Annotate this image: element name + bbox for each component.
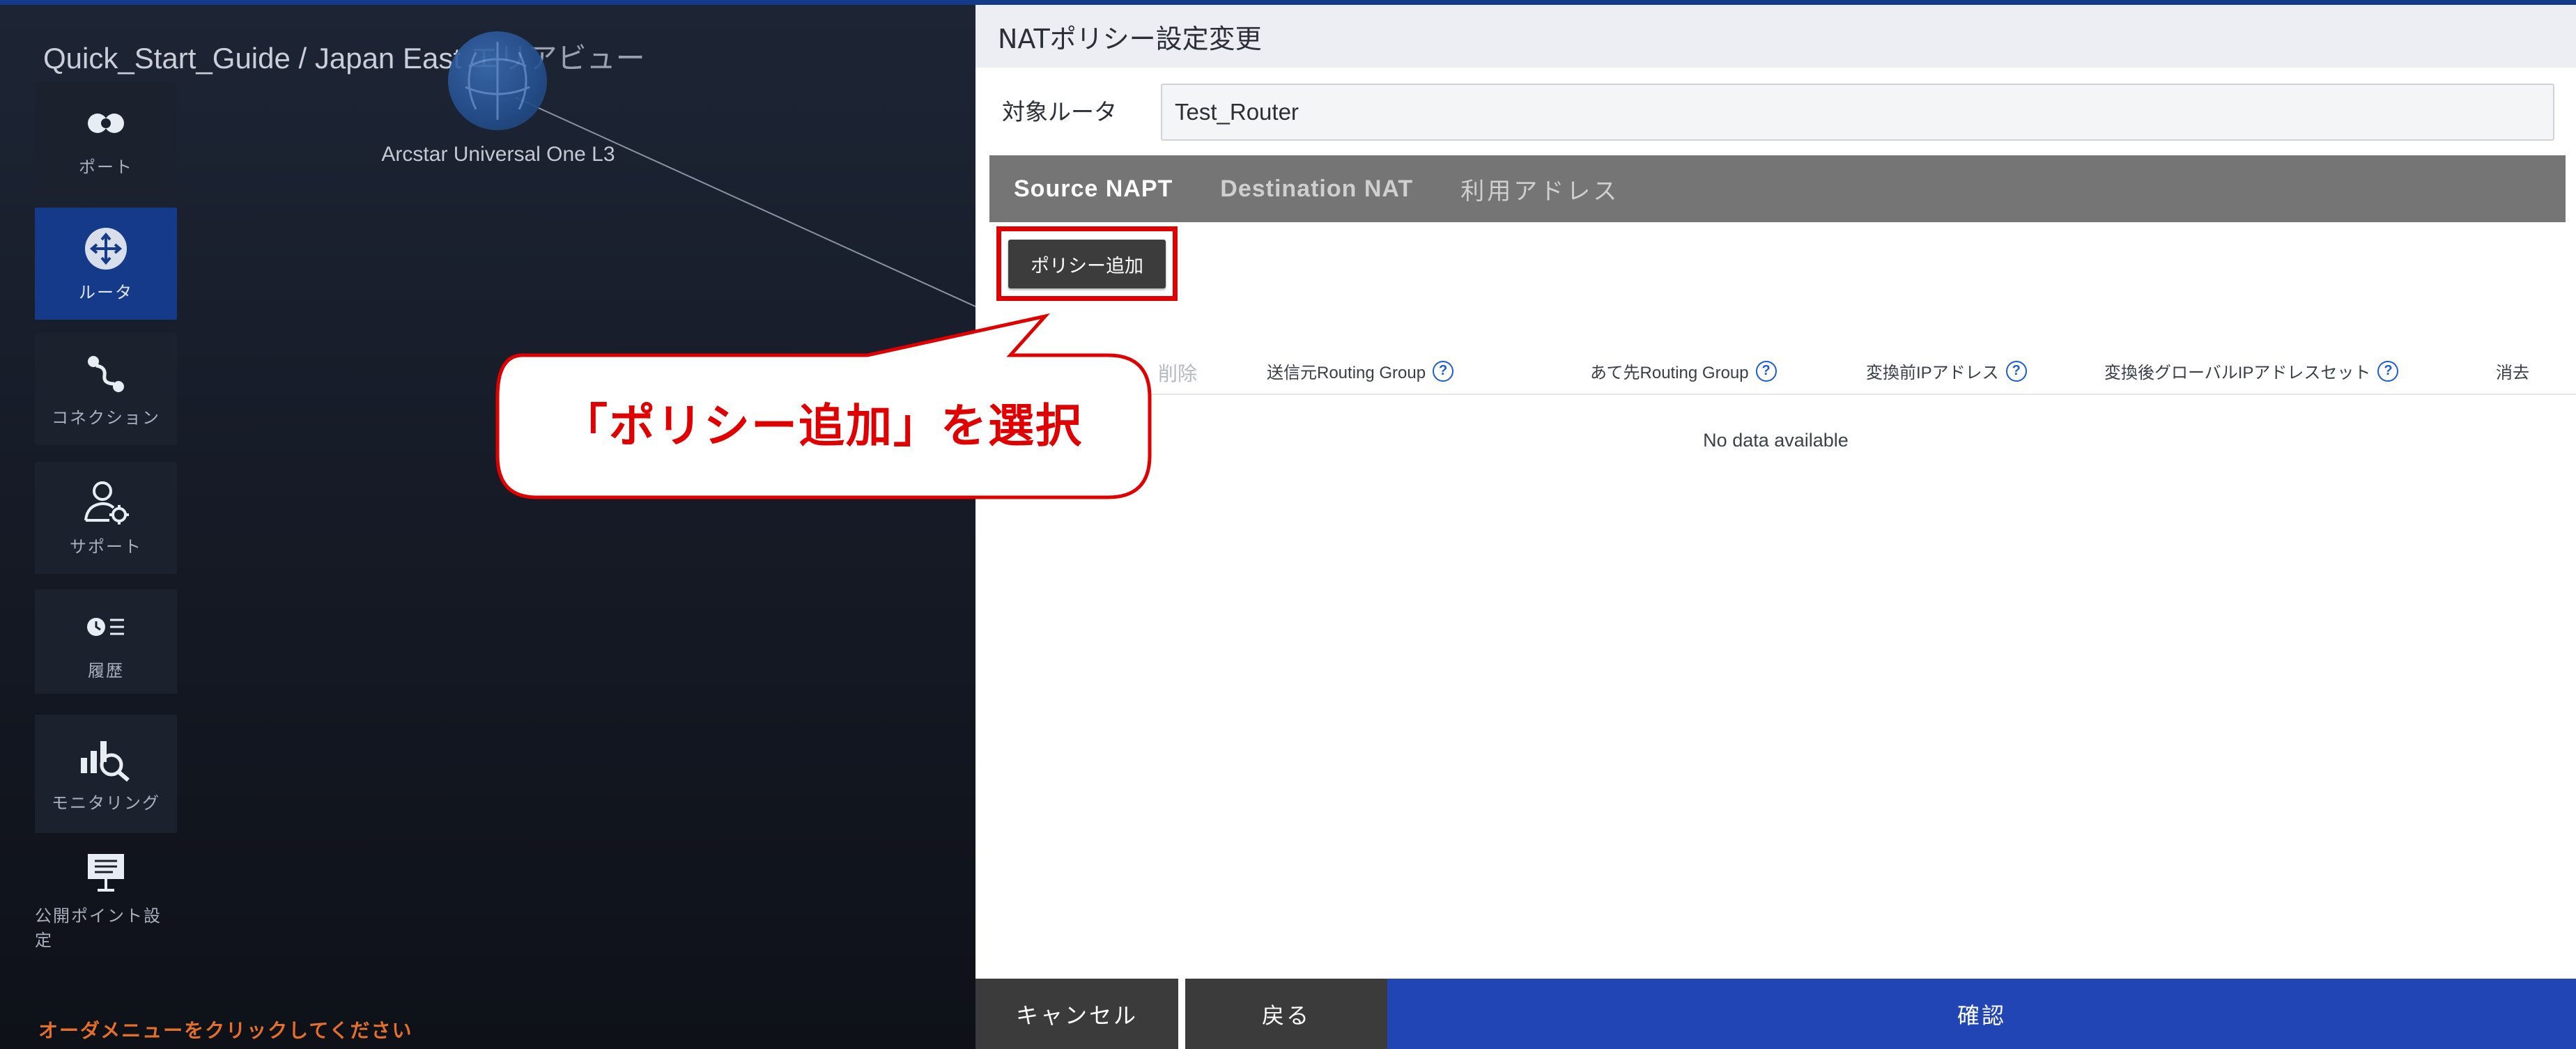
order-menu-hint: オーダメニューをクリックしてください [38,1019,413,1042]
sidebar-item-router[interactable]: ルータ [35,208,177,320]
connection-icon [85,350,127,398]
public-point-icon [85,848,127,896]
area-title-path: Quick_Start_Guide / Japan East [43,42,461,75]
topology-node-icon[interactable] [448,31,547,130]
column-destination-routing-group: あて先Routing Group ? [1590,359,1777,383]
help-icon[interactable]: ? [1433,360,1454,382]
column-label: 消去 [2496,364,2529,382]
sidebar-item-connection[interactable]: コネクション [35,333,177,445]
policy-table-header: 削除 送信元Routing Group ? あて先Routing Group ?… [975,346,2576,395]
area-view: Quick_Start_Guide / Japan East エリアビュー Ar… [0,0,975,1049]
add-policy-button[interactable]: ポリシー追加 [1008,240,1166,288]
back-button[interactable]: 戻る [1185,979,1387,1049]
cancel-button[interactable]: キャンセル [975,979,1178,1049]
column-delete: 削除 [1158,359,1197,387]
sidebar-item-label: 公開ポイント設定 [35,906,162,950]
column-label: 変換後グローバルIPアドレスセット [2104,364,2371,382]
sidebar-item-label: モニタリング [52,793,160,813]
sidebar-item-label: サポート [70,537,142,557]
top-accent-strip [0,0,2576,5]
column-source-routing-group: 送信元Routing Group ? [1267,359,1454,383]
column-label: 削除 [1158,363,1198,384]
sidebar-item-support[interactable]: サポート [35,462,177,574]
panel-footer: キャンセル 戻る 確認 [975,979,2576,1049]
column-label: あて先Routing Group [1590,364,1749,382]
port-icon [84,99,128,148]
router-icon [83,224,129,273]
area-view-title: Quick_Start_Guide / Japan East エリアビュー [43,35,645,77]
tab-source-napt[interactable]: Source NAPT [1014,176,1173,203]
confirm-button[interactable]: 確認 [1387,979,2576,1049]
sidebar-item-history[interactable]: 履歴 [35,589,177,694]
column-pre-translation-ip: 変換前IPアドレス ? [1866,359,2027,383]
support-icon [82,479,130,527]
column-global-ip-set: 変換後グローバルIPアドレスセット ? [2104,359,2399,383]
sidebar-item-label: ポート [79,157,133,177]
monitoring-icon [78,735,134,784]
target-router-row: 対象ルータ Test_Router [975,78,2576,141]
nat-policy-panel: NATポリシー設定変更 対象ルータ Test_Router Source NAP… [975,5,2576,1049]
history-icon [85,603,127,651]
tab-destination-nat[interactable]: Destination NAT [1220,176,1413,203]
sidebar-item-label: 履歴 [88,660,124,681]
target-router-label: 対象ルータ [1002,98,1117,125]
add-policy-highlight: ポリシー追加 [996,226,1178,301]
sidebar-item-port[interactable]: ポート [35,82,177,194]
column-erase: 消去 [2496,359,2529,383]
sidebar-item-monitoring[interactable]: モニタリング [35,715,177,833]
instruction-callout: 「ポリシー追加」を選択 [495,300,1157,508]
callout-text: 「ポリシー追加」を選択 [562,399,1083,453]
help-icon[interactable]: ? [2377,360,2399,382]
target-router-field[interactable]: Test_Router [1161,84,2554,141]
tab-used-addresses[interactable]: 利用アドレス [1460,172,1619,206]
sidebar-item-label: ルータ [79,283,133,302]
panel-title: NATポリシー設定変更 [975,5,2576,68]
help-icon[interactable]: ? [2005,360,2027,382]
topology-node-label: Arcstar Universal One L3 [381,143,615,166]
sidebar-item-public-point[interactable]: 公開ポイント設定 [35,847,177,951]
table-empty-message: No data available [1703,430,1849,451]
help-icon[interactable]: ? [1755,360,1777,382]
column-label: 変換前IPアドレス [1866,364,1999,382]
column-label: 送信元Routing Group [1267,364,1426,382]
sidebar-item-label: コネクション [52,408,160,428]
nat-tabbar: Source NAPT Destination NAT 利用アドレス [989,155,2566,222]
